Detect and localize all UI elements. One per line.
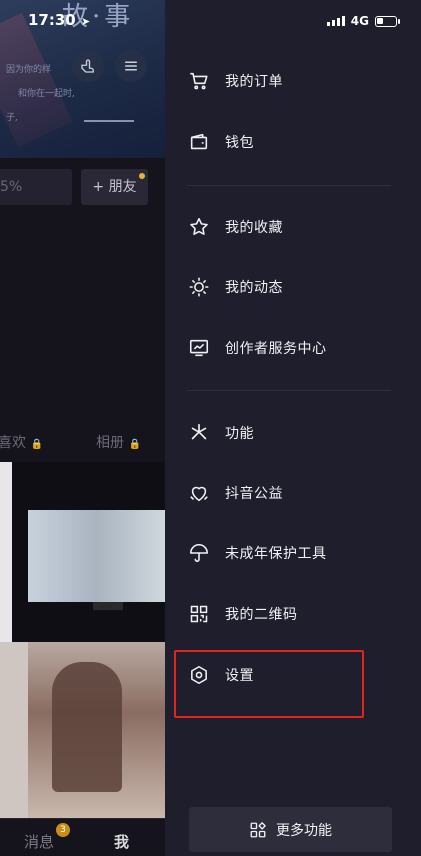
- star-icon: [187, 215, 211, 239]
- heart-hands-icon: [187, 481, 211, 505]
- menu-divider: [187, 185, 391, 186]
- chart-screen-icon: [187, 336, 211, 360]
- video-thumbnail[interactable]: [28, 510, 165, 602]
- add-friend-button[interactable]: + 朋友: [81, 169, 148, 205]
- menu-item-qrcode[interactable]: 我的二维码: [187, 596, 397, 632]
- video-grid: [0, 462, 165, 818]
- grid-icon: [249, 821, 267, 839]
- side-drawer: 4G 我的订单 钱包 我的收藏 我的动态 创作者服务中心 功能 抖音公益 未成年…: [165, 0, 421, 856]
- menu-item-charity[interactable]: 抖音公益: [187, 475, 397, 511]
- network-label: 4G: [350, 14, 369, 28]
- hand-pointer-icon[interactable]: [72, 50, 104, 82]
- settings-highlight-box: [174, 650, 364, 718]
- notification-dot: [139, 173, 145, 179]
- wallet-icon: [187, 130, 211, 154]
- profile-stat: 5%: [0, 169, 72, 205]
- tab-albums[interactable]: 相册 🔒: [96, 432, 141, 452]
- sparkle-icon: [187, 421, 211, 445]
- tab-likes[interactable]: 喜欢 🔒: [0, 432, 43, 452]
- bottom-nav: 消息 3 我: [0, 818, 165, 856]
- nav-me[interactable]: 我: [114, 831, 129, 852]
- sun-icon: [187, 275, 211, 299]
- qrcode-icon: [187, 602, 211, 626]
- battery-icon: [375, 15, 400, 27]
- cover-text-line: 子,: [6, 113, 18, 123]
- profile-background: 故·事 因为你的样 和你在一起时, 子, 17:30 ➤ 5% + 朋友 喜欢 …: [0, 0, 165, 856]
- menu-item-favorites[interactable]: 我的收藏: [187, 209, 397, 245]
- signal-icon: [326, 16, 345, 26]
- menu-item-creator-center[interactable]: 创作者服务中心: [187, 330, 397, 366]
- menu-item-minor-protection[interactable]: 未成年保护工具: [187, 535, 397, 571]
- cart-icon: [187, 69, 211, 93]
- status-indicators: 4G: [326, 14, 400, 28]
- cover-text-line: 因为你的样: [6, 65, 52, 75]
- menu-icon[interactable]: [115, 50, 147, 82]
- status-time: 17:30 ➤: [28, 11, 91, 29]
- nav-messages[interactable]: 消息: [24, 831, 54, 852]
- menu-divider: [187, 390, 391, 391]
- menu-item-activity[interactable]: 我的动态: [187, 269, 397, 305]
- more-features-button[interactable]: 更多功能: [189, 807, 392, 852]
- messages-badge: 3: [56, 823, 70, 837]
- menu-item-features[interactable]: 功能: [187, 415, 397, 451]
- umbrella-icon: [187, 541, 211, 565]
- menu-item-orders[interactable]: 我的订单: [187, 63, 397, 99]
- cover-text-line: 和你在一起时,: [18, 89, 75, 99]
- menu-item-wallet[interactable]: 钱包: [187, 124, 397, 160]
